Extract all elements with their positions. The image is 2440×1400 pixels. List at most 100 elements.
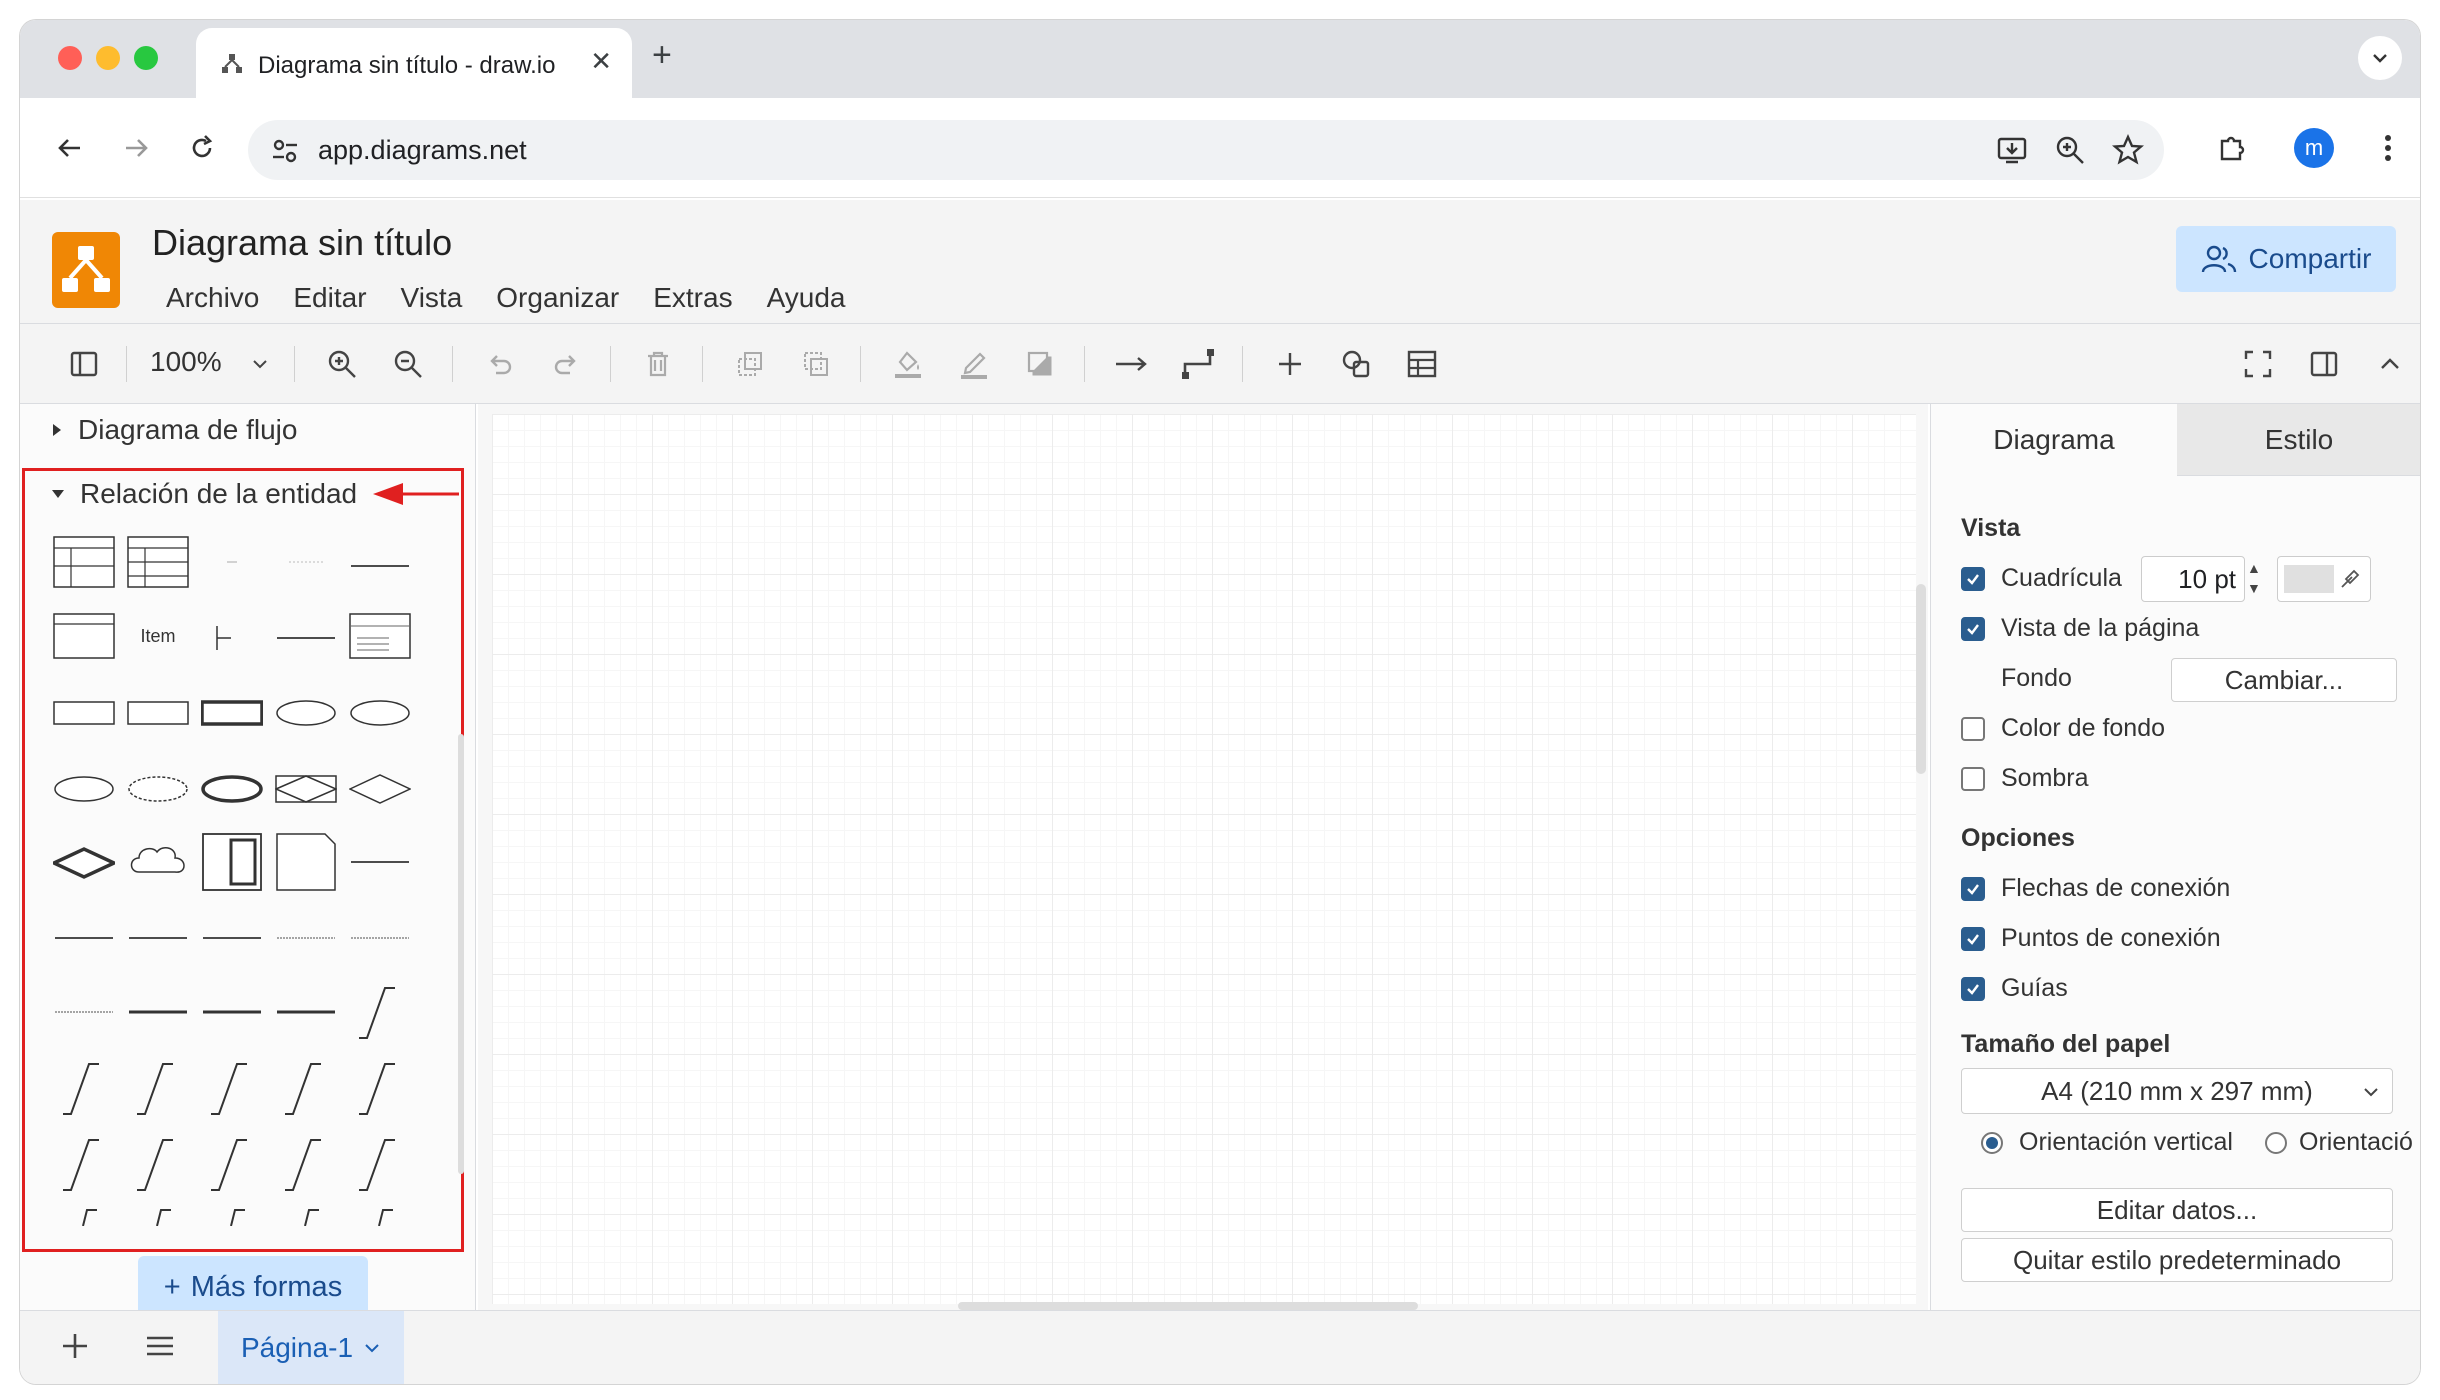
fullscreen-icon[interactable] (2236, 342, 2280, 386)
browser-menu-icon[interactable] (2368, 128, 2408, 168)
page-tab[interactable]: Página-1 (218, 1311, 404, 1384)
connection-points-checkbox[interactable] (1961, 926, 1985, 951)
install-app-icon[interactable] (1996, 134, 2028, 166)
shape-table-2[interactable] (126, 534, 190, 590)
shape-connector-13[interactable] (126, 1202, 190, 1226)
shape-line[interactable] (274, 608, 338, 664)
grid-checkbox-row[interactable]: Cuadrícula (1961, 564, 2122, 593)
connection-arrow-icon[interactable] (1110, 342, 1154, 386)
change-background-button[interactable]: Cambiar... (2171, 658, 2397, 702)
to-front-icon[interactable] (728, 342, 772, 386)
landscape-radio-row[interactable]: Orientació (2265, 1128, 2413, 1157)
shape-connector-10[interactable] (274, 1136, 338, 1192)
guides-row[interactable]: Guías (1961, 974, 2068, 1003)
undo-icon[interactable] (478, 342, 522, 386)
zoom-icon[interactable] (2054, 134, 2086, 166)
shape-associative-entity[interactable] (274, 760, 338, 816)
shape-relation-7[interactable] (126, 984, 190, 1040)
portrait-radio[interactable] (1981, 1131, 2003, 1154)
format-sidebar-toggle-icon[interactable] (2302, 342, 2346, 386)
grid-color-picker[interactable] (2277, 556, 2371, 602)
shape-cloud[interactable] (126, 834, 190, 890)
waypoints-icon[interactable] (1176, 342, 1220, 386)
reload-icon[interactable] (182, 128, 222, 168)
shape-relation-6[interactable] (52, 984, 116, 1040)
to-back-icon[interactable] (794, 342, 838, 386)
shape-item-bracket[interactable] (200, 608, 264, 664)
shape-relation-8[interactable] (200, 984, 264, 1040)
diagram-canvas[interactable] (478, 404, 1928, 1310)
shadow-icon[interactable] (1018, 342, 1062, 386)
menu-editar[interactable]: Editar (293, 282, 366, 314)
menu-organizar[interactable]: Organizar (496, 282, 619, 314)
zoom-dropdown-chevron-icon[interactable] (238, 342, 282, 386)
shape-connector-11[interactable] (348, 1136, 412, 1192)
shadow-checkbox[interactable] (1961, 766, 1985, 791)
shapes-icon[interactable] (1334, 342, 1378, 386)
shape-connector-12[interactable] (52, 1202, 116, 1226)
close-tab-icon[interactable]: ✕ (590, 46, 612, 77)
shape-connector-1[interactable] (348, 984, 412, 1040)
shape-relation-4[interactable] (274, 910, 338, 966)
page-grid[interactable] (492, 414, 1916, 1304)
address-bar[interactable]: app.diagrams.net (248, 120, 2164, 180)
zoom-in-icon[interactable] (320, 342, 364, 386)
canvas-vertical-scrollbar[interactable] (1916, 584, 1926, 774)
menu-ayuda[interactable]: Ayuda (767, 282, 846, 314)
section-flowchart[interactable]: Diagrama de flujo (50, 414, 297, 446)
shape-connector-9[interactable] (200, 1136, 264, 1192)
insert-plus-icon[interactable] (1268, 342, 1312, 386)
shape-note[interactable] (274, 833, 338, 891)
shape-key-attribute[interactable] (348, 684, 412, 740)
shape-connector-5[interactable] (274, 1060, 338, 1116)
section-entity-relation[interactable]: Relación de la entidad (50, 478, 461, 510)
line-color-icon[interactable] (952, 342, 996, 386)
shape-entity[interactable] (52, 684, 116, 740)
connection-arrows-checkbox[interactable] (1961, 876, 1985, 901)
bg-color-row[interactable]: Color de fondo (1961, 714, 2165, 743)
tab-diagrama[interactable]: Diagrama (1931, 404, 2177, 476)
connection-points-row[interactable]: Puntos de conexión (1961, 924, 2221, 953)
shape-text-small[interactable] (200, 534, 264, 590)
new-tab-button[interactable]: + (652, 38, 672, 72)
maximize-window-button[interactable] (134, 46, 158, 70)
pages-menu-icon[interactable] (144, 1331, 176, 1366)
shape-connector-2[interactable] (52, 1060, 116, 1116)
minimize-window-button[interactable] (96, 46, 120, 70)
shape-connector-4[interactable] (200, 1060, 264, 1116)
shape-underline-attr[interactable] (348, 534, 412, 590)
guides-checkbox[interactable] (1961, 976, 1985, 1001)
grid-size-input[interactable]: 10 pt (2141, 556, 2245, 602)
shape-weak-entity[interactable] (200, 684, 264, 740)
sidebar-scrollbar[interactable] (458, 734, 464, 1174)
browser-tab[interactable]: Diagrama sin título - draw.io ✕ (196, 28, 632, 98)
bg-color-checkbox[interactable] (1961, 716, 1985, 741)
shape-relationship[interactable] (348, 760, 412, 816)
shape-connector-3[interactable] (126, 1060, 190, 1116)
grid-size-stepper[interactable]: ▲ ▼ (2247, 558, 2261, 598)
bookmark-star-icon[interactable] (2112, 134, 2144, 166)
shape-line-2[interactable] (348, 834, 412, 890)
shape-connector-6[interactable] (348, 1060, 412, 1116)
site-settings-icon[interactable] (270, 136, 300, 166)
delete-icon[interactable] (636, 342, 680, 386)
zoom-level[interactable]: 100% (150, 346, 222, 378)
add-page-icon[interactable] (60, 1331, 90, 1366)
back-icon[interactable] (50, 128, 90, 168)
tab-search-chevron-icon[interactable] (2358, 36, 2402, 80)
zoom-out-icon[interactable] (386, 342, 430, 386)
edit-data-button[interactable]: Editar datos... (1961, 1188, 2393, 1232)
extensions-puzzle-icon[interactable] (2212, 128, 2252, 168)
shape-main-sub[interactable] (200, 833, 264, 891)
format-panel-toggle-icon[interactable] (62, 342, 106, 386)
connection-arrows-row[interactable]: Flechas de conexión (1961, 874, 2230, 903)
shape-connector-14[interactable] (200, 1202, 264, 1226)
shape-relation-3[interactable] (200, 910, 264, 966)
shadow-row[interactable]: Sombra (1961, 764, 2089, 793)
menu-extras[interactable]: Extras (653, 282, 732, 314)
clear-default-style-button[interactable]: Quitar estilo predeterminado (1961, 1238, 2393, 1282)
profile-avatar[interactable]: m (2294, 128, 2334, 168)
shape-table[interactable] (52, 534, 116, 590)
portrait-radio-row[interactable]: Orientación vertical (1981, 1128, 2233, 1157)
shape-entity-2[interactable] (126, 684, 190, 740)
